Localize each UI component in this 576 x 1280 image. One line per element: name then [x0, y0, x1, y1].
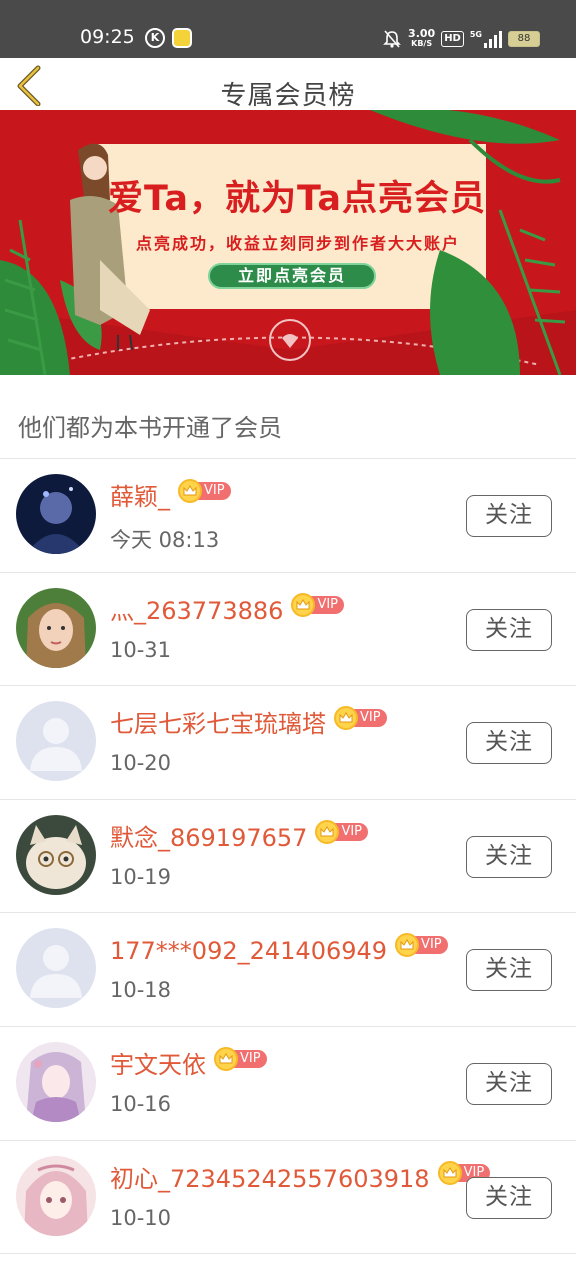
- crown-icon: [291, 592, 316, 617]
- follow-button[interactable]: 关注: [466, 949, 552, 992]
- vip-badge: VIP: [291, 592, 345, 617]
- vip-badge: VIP: [395, 933, 448, 958]
- status-time: 09:25: [80, 26, 135, 48]
- section-title: 他们都为本书开通了会员: [18, 414, 282, 442]
- crown-icon: [437, 1160, 462, 1185]
- banner-subtitle: 点亮成功，收益立刻同步到作者大大账户: [136, 234, 461, 253]
- light-up-membership-button[interactable]: 立即点亮会员: [208, 263, 376, 289]
- member-name: 灬_263773886: [110, 596, 284, 625]
- avatar[interactable]: [16, 1041, 96, 1122]
- follow-button[interactable]: 关注: [466, 1176, 552, 1219]
- promo-banner[interactable]: 爱Ta，就为Ta点亮会员 点亮成功，收益立刻同步到作者大大账户 立即点亮会员: [0, 110, 576, 375]
- crown-icon: [214, 1046, 238, 1071]
- member-date: 今天 08:13: [110, 528, 220, 552]
- member-row-2[interactable]: 灬_263773886 VIP 10-31 关注: [0, 573, 576, 687]
- member-row-4[interactable]: 默念_869197657 VIP 10-19 关注: [0, 800, 576, 914]
- hd-icon: HD: [441, 31, 464, 47]
- crown-icon: [334, 706, 358, 731]
- avatar-image: [16, 587, 96, 668]
- member-date: 10-16: [110, 1091, 172, 1116]
- avatar[interactable]: [16, 474, 96, 554]
- member-row-6[interactable]: 宇文天依 VIP 10-16 关注: [0, 1027, 576, 1141]
- mute-bell-icon: [383, 30, 401, 48]
- avatar[interactable]: [16, 587, 96, 668]
- avatar[interactable]: [16, 1155, 96, 1236]
- vip-badge: VIP: [178, 479, 231, 503]
- avatar-image: [16, 928, 96, 1009]
- avatar[interactable]: [16, 814, 96, 895]
- battery-icon: 88: [508, 31, 540, 47]
- avatar-image: [16, 474, 96, 554]
- member-name: 177***092_241406949: [110, 937, 388, 966]
- follow-button[interactable]: 关注: [466, 1062, 552, 1105]
- member-name: 初心_72345242557603918: [110, 1164, 430, 1193]
- header: 专属会员榜: [0, 58, 576, 111]
- follow-button[interactable]: 关注: [466, 495, 552, 537]
- member-name: 七层七彩七宝琉璃塔: [110, 710, 326, 739]
- member-name: 宇文天依: [110, 1050, 206, 1079]
- vip-badge: VIP: [214, 1046, 267, 1071]
- notification-app-icon: [172, 28, 192, 48]
- follow-button[interactable]: 关注: [466, 835, 552, 878]
- banner-title: 爱Ta，就为Ta点亮会员: [108, 179, 486, 219]
- avatar[interactable]: [16, 701, 96, 782]
- member-name: 默念_869197657: [110, 823, 308, 852]
- member-date: 10-31: [110, 637, 172, 662]
- member-row-7[interactable]: 初心_72345242557603918 VIP 10-10 关注: [0, 1141, 576, 1255]
- avatar-image: [16, 1041, 96, 1122]
- member-name: 薛颖_: [110, 483, 170, 511]
- avatar-image: [16, 701, 96, 782]
- member-date: 10-19: [110, 864, 172, 889]
- network-speed: 3.00 KB/S: [408, 27, 436, 48]
- member-date: 10-20: [110, 751, 172, 776]
- member-date: 10-18: [110, 978, 172, 1003]
- avatar-image: [16, 814, 96, 895]
- crown-icon: [178, 479, 202, 503]
- follow-button[interactable]: 关注: [466, 608, 552, 651]
- k-app-icon: K: [145, 28, 165, 48]
- member-row-3[interactable]: 七层七彩七宝琉璃塔 VIP 10-20 关注: [0, 686, 576, 800]
- avatar-image: [16, 1155, 96, 1236]
- page-title: 专属会员榜: [220, 81, 356, 111]
- status-bar: 09:25 K 3.00 KB/S HD 5G 88: [0, 0, 576, 58]
- vip-badge: VIP: [315, 819, 369, 844]
- member-row-1[interactable]: 薛颖_ VIP 今天 08:13 关注: [0, 459, 576, 573]
- member-row-5[interactable]: 177***092_241406949 VIP 10-18 关注: [0, 913, 576, 1027]
- avatar[interactable]: [16, 928, 96, 1009]
- member-list: 薛颖_ VIP 今天 08:13 关注 灬_263773886 VIP 10-3…: [0, 459, 576, 1255]
- member-date: 10-10: [110, 1205, 172, 1230]
- follow-button[interactable]: 关注: [466, 722, 552, 765]
- vip-badge: VIP: [334, 706, 387, 731]
- signal-icon: 5G: [470, 30, 502, 48]
